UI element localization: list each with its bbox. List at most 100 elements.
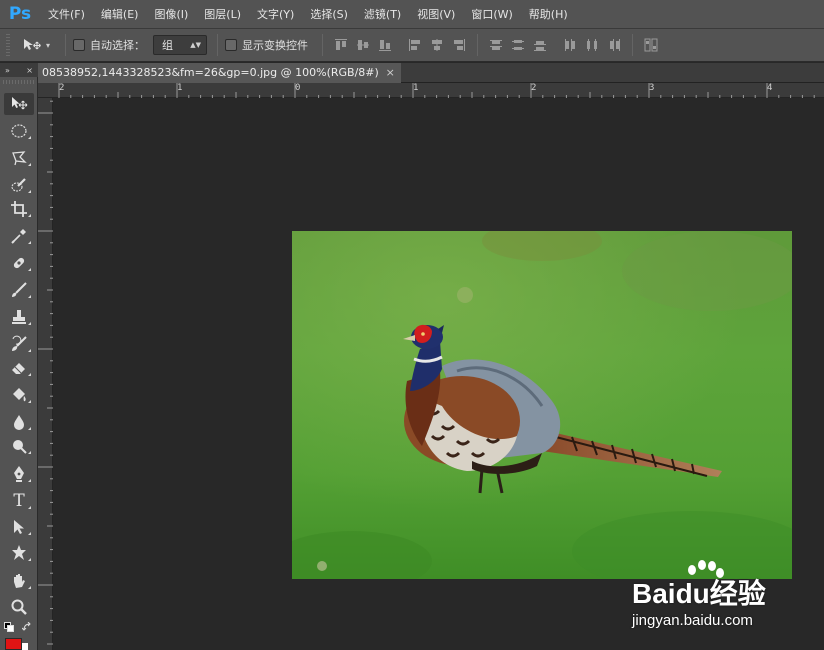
distribute-left-edges-icon[interactable] bbox=[562, 37, 578, 53]
photoshop-window: Ps 文件(F) 编辑(E) 图像(I) 图层(L) 文字(Y) 选择(S) 滤… bbox=[0, 0, 824, 650]
path-selection-tool[interactable] bbox=[4, 516, 34, 538]
tool-group-corner-icon bbox=[28, 400, 31, 403]
tool-group-corner-icon bbox=[28, 506, 31, 509]
stamp-icon bbox=[12, 310, 26, 324]
brush-icon bbox=[12, 282, 27, 297]
align-top-edges-icon[interactable] bbox=[333, 37, 349, 53]
blur-tool[interactable] bbox=[4, 411, 34, 433]
show-transform-controls-checkbox[interactable] bbox=[225, 39, 237, 51]
distribute-horizontal-centers-icon[interactable] bbox=[584, 37, 600, 53]
eraser-icon bbox=[12, 363, 25, 374]
move-tool[interactable] bbox=[4, 93, 34, 115]
collapse-panel-icon[interactable]: » bbox=[5, 66, 10, 75]
watermark-url: jingyan.baidu.com bbox=[632, 612, 753, 629]
distribute-vertical-centers-icon[interactable] bbox=[510, 37, 526, 53]
path-selection-icon bbox=[14, 520, 24, 534]
pen-tool[interactable] bbox=[4, 463, 34, 485]
pheasant-on-grass-image bbox=[292, 231, 792, 579]
menu-select[interactable]: 选择(S) bbox=[302, 0, 356, 29]
eyedropper-tool[interactable] bbox=[4, 225, 34, 247]
move-tool-icon bbox=[12, 97, 28, 110]
foreground-color-swatch[interactable] bbox=[5, 638, 22, 650]
options-separator bbox=[65, 34, 66, 56]
crop-icon bbox=[11, 201, 27, 217]
distribute-top-edges-icon[interactable] bbox=[488, 37, 504, 53]
menu-type[interactable]: 文字(Y) bbox=[249, 0, 302, 29]
distribute-right-edges-icon[interactable] bbox=[606, 37, 622, 53]
align-left-edges-icon[interactable] bbox=[407, 37, 423, 53]
align-horizontal-centers-icon[interactable] bbox=[429, 37, 445, 53]
toolbox-header: » × bbox=[0, 63, 38, 77]
show-transform-controls-label: 显示变换控件 bbox=[242, 39, 308, 52]
menu-filter[interactable]: 滤镜(T) bbox=[356, 0, 409, 29]
healing-brush-tool[interactable] bbox=[4, 252, 34, 274]
distribute-bottom-edges-icon[interactable] bbox=[532, 37, 548, 53]
tool-group-corner-icon bbox=[28, 163, 31, 166]
history-brush-icon bbox=[12, 335, 27, 351]
auto-align-layers-icon[interactable] bbox=[643, 37, 659, 53]
menu-help[interactable]: 帮助(H) bbox=[521, 0, 576, 29]
tool-group-corner-icon bbox=[28, 479, 31, 482]
menu-bar: Ps 文件(F) 编辑(E) 图像(I) 图层(L) 文字(Y) 选择(S) 滤… bbox=[0, 0, 824, 29]
menu-image[interactable]: 图像(I) bbox=[146, 0, 196, 29]
paint-bucket-tool[interactable] bbox=[4, 384, 34, 406]
ruler-label: 0 bbox=[295, 83, 301, 93]
ruler-label: 1 bbox=[177, 83, 183, 93]
tool-group-corner-icon bbox=[28, 214, 31, 217]
options-bar-grip[interactable] bbox=[6, 34, 10, 56]
auto-select-target-value: 组 bbox=[162, 39, 173, 52]
ruler-label: 2 bbox=[531, 83, 537, 93]
tool-group-corner-icon bbox=[28, 322, 31, 325]
lasso-tool[interactable] bbox=[4, 147, 34, 169]
clone-stamp-tool[interactable] bbox=[4, 306, 34, 328]
align-right-edges-icon[interactable] bbox=[451, 37, 467, 53]
custom-shape-icon bbox=[12, 545, 26, 560]
swap-colors-icon[interactable] bbox=[22, 622, 33, 632]
menu-file[interactable]: 文件(F) bbox=[40, 0, 93, 29]
brush-tool[interactable] bbox=[4, 279, 34, 301]
align-bottom-edges-icon[interactable] bbox=[377, 37, 393, 53]
elliptical-marquee-tool[interactable] bbox=[4, 120, 34, 142]
default-colors-icon[interactable] bbox=[4, 622, 14, 632]
menu-layer[interactable]: 图层(L) bbox=[196, 0, 249, 29]
auto-select-label: 自动选择： bbox=[90, 39, 145, 52]
tool-group-corner-icon bbox=[28, 427, 31, 430]
close-document-icon[interactable]: × bbox=[386, 63, 395, 83]
eraser-tool[interactable] bbox=[4, 357, 34, 379]
tool-preset-picker[interactable]: ▾ bbox=[22, 37, 58, 53]
tools-panel-grip[interactable] bbox=[3, 80, 35, 84]
menu-view[interactable]: 视图(V) bbox=[409, 0, 463, 29]
custom-shape-tool[interactable] bbox=[4, 542, 34, 564]
chevron-down-icon: ▾ bbox=[46, 40, 51, 50]
pheasant-photo[interactable] bbox=[292, 231, 792, 579]
document-tab-title: 08538952,1443328523&fm=26&gp=0.jpg @ 100… bbox=[42, 66, 379, 79]
options-separator bbox=[632, 34, 633, 56]
pen-icon bbox=[14, 466, 24, 482]
quick-selection-tool[interactable] bbox=[4, 174, 34, 196]
menu-edit[interactable]: 编辑(E) bbox=[93, 0, 147, 29]
dodge-tool[interactable] bbox=[4, 435, 34, 457]
auto-select-target-dropdown[interactable]: 组 ▲▼ bbox=[153, 35, 207, 55]
dropdown-arrows-icon: ▲▼ bbox=[190, 41, 201, 49]
zoom-tool[interactable] bbox=[4, 596, 34, 618]
vertical-ruler bbox=[38, 98, 53, 650]
menu-window[interactable]: 窗口(W) bbox=[463, 0, 520, 29]
options-separator bbox=[217, 34, 218, 56]
ruler-label: 2 bbox=[59, 83, 65, 93]
tool-group-corner-icon bbox=[28, 268, 31, 271]
align-vertical-centers-icon[interactable] bbox=[355, 37, 371, 53]
document-tab-bar: 08538952,1443328523&fm=26&gp=0.jpg @ 100… bbox=[38, 63, 824, 83]
ruler-label: 3 bbox=[649, 83, 655, 93]
close-panel-icon[interactable]: × bbox=[26, 66, 33, 75]
crop-tool[interactable] bbox=[4, 198, 34, 220]
auto-select-checkbox[interactable] bbox=[73, 39, 85, 51]
tool-group-corner-icon bbox=[28, 349, 31, 352]
photoshop-logo: Ps bbox=[8, 4, 32, 24]
history-brush-tool[interactable] bbox=[4, 333, 34, 355]
tool-group-corner-icon bbox=[28, 295, 31, 298]
options-bar: ▾ 自动选择： 组 ▲▼ 显示变换控件 bbox=[0, 29, 824, 62]
document-tab[interactable]: 08538952,1443328523&fm=26&gp=0.jpg @ 100… bbox=[38, 63, 401, 83]
hand-tool[interactable] bbox=[4, 570, 34, 592]
options-separator bbox=[322, 34, 323, 56]
type-tool[interactable]: T bbox=[4, 490, 34, 512]
